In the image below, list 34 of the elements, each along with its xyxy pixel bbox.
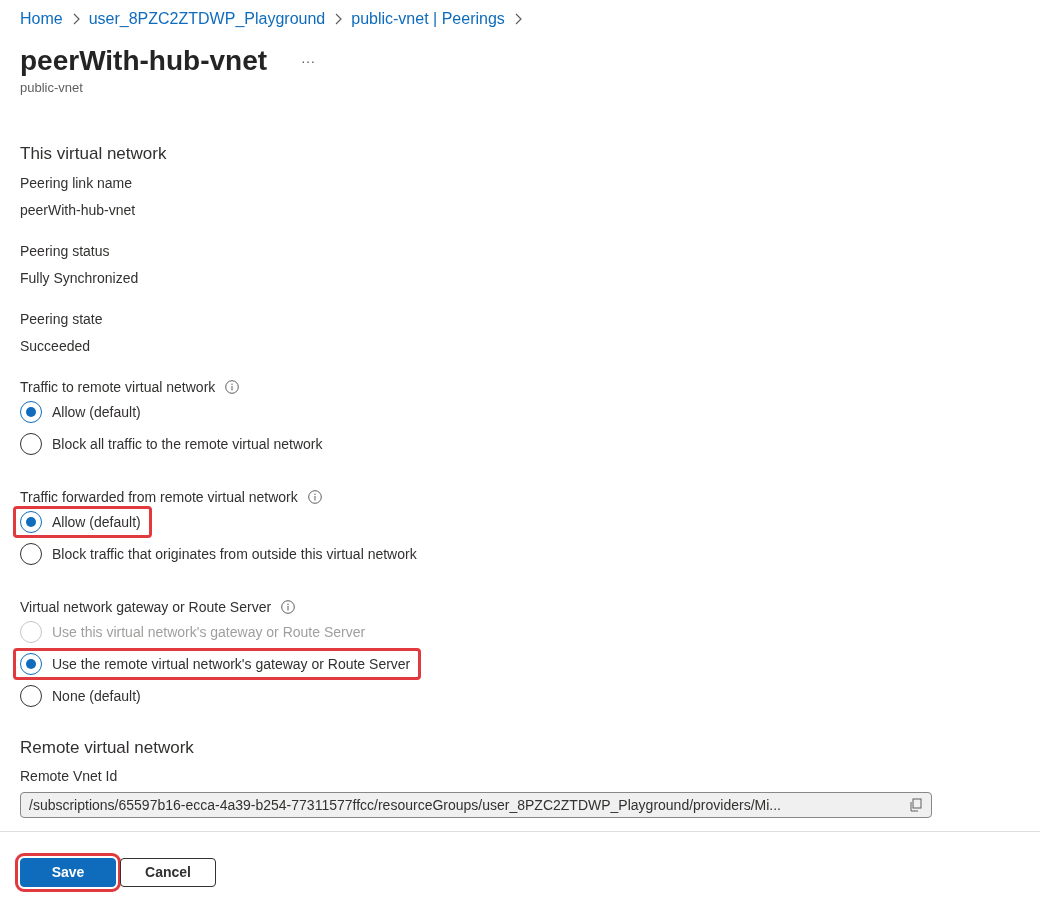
field-label: Peering status — [20, 242, 111, 261]
radio-option[interactable]: Use the remote virtual network's gateway or Route Server — [13, 648, 422, 680]
field-label: Remote Vnet Id — [20, 767, 119, 786]
breadcrumb-link[interactable]: Home — [20, 7, 63, 31]
field-value: Fully Synchronized — [20, 269, 140, 288]
info-icon[interactable] — [281, 600, 296, 614]
radio-option[interactable]: None (default) — [13, 680, 152, 712]
field-label: Peering state — [20, 310, 104, 329]
field-label: Peering link name — [20, 174, 134, 193]
copy-icon[interactable] — [909, 798, 923, 812]
group-label: Virtual network gateway or Route Server — [20, 598, 272, 617]
section-heading: Remote virtual network — [20, 738, 195, 758]
more-button[interactable]: ··· — [297, 50, 320, 72]
radio-option[interactable]: Allow (default) — [13, 396, 152, 428]
info-icon[interactable] — [225, 380, 240, 394]
field-value: Succeeded — [20, 337, 92, 356]
radio-option[interactable]: Allow (default) — [13, 506, 152, 538]
field-value: peerWith-hub-vnet — [20, 201, 137, 220]
action-button[interactable]: Cancel — [120, 858, 216, 887]
read-only-field[interactable]: /subscriptions/65597b16-ecca-4a39-b254-77311577ffcc/resourceGroups/user_8PZC2ZTDWP_Playground/providers/Mi... — [20, 792, 932, 818]
chevron-right-icon — [334, 13, 343, 25]
chevron-right-icon — [71, 13, 80, 25]
group-label: Traffic to remote virtual network — [20, 378, 216, 397]
section-heading: This virtual network — [20, 144, 168, 164]
radio-option: Use this virtual network's gateway or Route Server — [13, 616, 377, 648]
page-subtitle: public-vnet — [20, 80, 84, 96]
breadcrumb-link[interactable]: public-vnet | Peerings — [351, 7, 505, 31]
chevron-right-icon — [513, 13, 522, 25]
group-label: Traffic forwarded from remote virtual network — [20, 488, 298, 507]
info-icon[interactable] — [307, 490, 322, 504]
breadcrumb-link[interactable]: user_8PZC2ZTDWP_Playground — [88, 7, 326, 31]
page-title: peerWith-hub-vnet — [20, 44, 268, 78]
radio-option[interactable]: Block traffic that originates from outside this virtual network — [13, 538, 428, 570]
radio-option[interactable]: Block all traffic to the remote virtual network — [13, 428, 334, 460]
